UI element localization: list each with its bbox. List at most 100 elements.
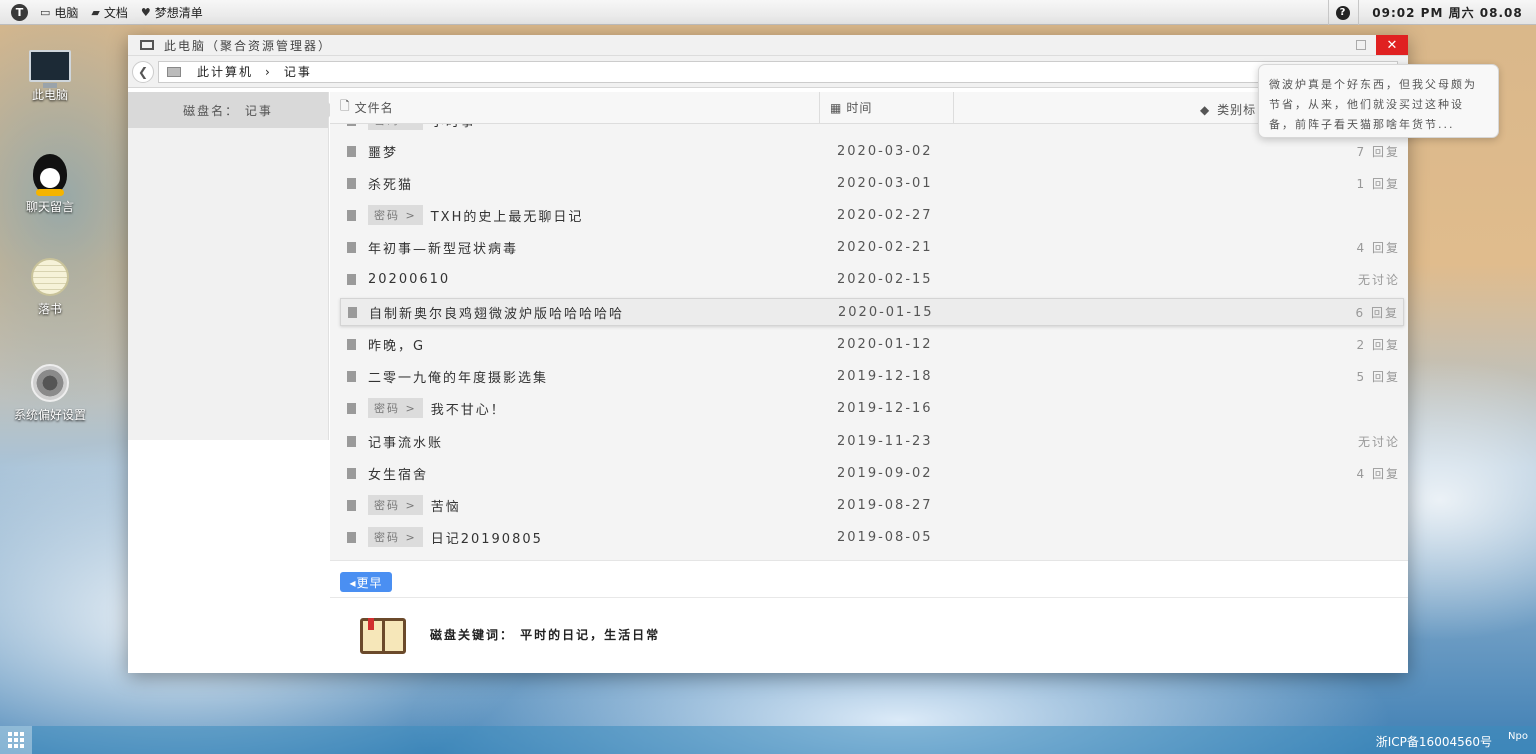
table-row[interactable]: 20200610 2020-02-15 无讨论 bbox=[340, 265, 1404, 293]
row-title[interactable]: 我不甘心！ bbox=[431, 399, 506, 418]
table-row[interactable]: 年初事—新型冠状病毒 2020-02-21 4 回复 bbox=[340, 233, 1404, 261]
row-date: 2019-11-23 bbox=[837, 433, 933, 449]
table-row[interactable]: 记事流水账 2019-11-23 无讨论 bbox=[340, 427, 1404, 455]
top-menu-bar: T ▭ 电脑 ▰ 文档 ♥ 梦想清单 ? 09:02 PM 周六 08.08 bbox=[0, 0, 1536, 25]
password-tag: 密码 > bbox=[368, 495, 423, 515]
sidebar: 磁盘名： 记事 bbox=[128, 92, 336, 440]
row-title[interactable]: 女生宿舍 bbox=[368, 464, 428, 483]
rows-container: 密码 > 小时事 2020-03-02 噩梦 2020-03-02 7 回复杀死猫 2020… bbox=[330, 124, 1408, 560]
taskbar: 浙ICP备16004560号 Npo bbox=[0, 726, 1536, 754]
column-header-name[interactable]: 🗋 文件名 bbox=[330, 92, 820, 123]
row-title[interactable]: 年初事—新型冠状病毒 bbox=[368, 238, 518, 257]
table-row[interactable]: 密码 > TXH的史上最无聊日记 2020-02-27 bbox=[340, 201, 1404, 229]
row-date: 2020-02-21 bbox=[837, 239, 933, 255]
chevron-left-icon: ❮ bbox=[137, 64, 149, 79]
calendar-icon: ▦ bbox=[830, 100, 843, 115]
document-icon bbox=[347, 177, 356, 189]
breadcrumb: 此计算机 › 记事 bbox=[158, 60, 1398, 83]
maximize-button[interactable] bbox=[1356, 40, 1366, 50]
address-bar: ❮ 此计算机 › 记事 bbox=[128, 56, 1408, 88]
desktop-icon-this-pc[interactable]: 此电脑 bbox=[12, 50, 88, 103]
table-row[interactable]: 密码 > 苦恼 2019-08-27 bbox=[340, 491, 1404, 519]
row-reply-count[interactable]: 6 回复 bbox=[1356, 304, 1399, 321]
password-tag: 密码 > bbox=[368, 398, 423, 418]
document-icon bbox=[347, 467, 356, 479]
disk-keywords: 磁盘关键词： 平时的日记，生活日常 bbox=[430, 628, 661, 642]
table-row[interactable]: 昨晚，G 2020-01-12 2 回复 bbox=[340, 330, 1404, 358]
row-date: 2019-08-05 bbox=[837, 529, 933, 545]
window-monitor-icon bbox=[140, 40, 154, 50]
row-title[interactable]: 噩梦 bbox=[368, 142, 398, 161]
row-date: 2020-03-02 bbox=[837, 143, 933, 159]
file-icon: 🗋 bbox=[340, 99, 351, 113]
document-icon bbox=[347, 435, 356, 447]
row-title[interactable]: 小时事 bbox=[431, 124, 476, 130]
row-title[interactable]: 记事流水账 bbox=[368, 432, 443, 451]
monitor-icon: ▭ bbox=[40, 5, 51, 19]
row-date: 2019-12-18 bbox=[837, 368, 933, 384]
heart-icon: ♥ bbox=[140, 5, 151, 19]
row-reply-count[interactable]: 无讨论 bbox=[1358, 433, 1400, 450]
window-titlebar[interactable]: 此电脑（聚合资源管理器） bbox=[128, 35, 1408, 56]
row-title[interactable]: 20200610 bbox=[368, 272, 450, 287]
start-menu-button[interactable] bbox=[0, 726, 32, 754]
table-row[interactable]: 女生宿舍 2019-09-02 4 回复 bbox=[340, 459, 1404, 487]
row-reply-count[interactable]: 7 回复 bbox=[1357, 143, 1400, 160]
menu-documents[interactable]: ▰ 文档 bbox=[91, 4, 127, 21]
column-header-time-label: 时间 bbox=[846, 101, 873, 115]
row-reply-count[interactable]: 4 回复 bbox=[1357, 465, 1400, 482]
menu-computer[interactable]: ▭ 电脑 bbox=[40, 4, 78, 21]
notification-text: 微波炉真是个好东西，但我父母颇为节省，从来，他们就没买过这种设备，前阵子看天猫那… bbox=[1269, 78, 1477, 131]
icp-license-link[interactable]: 浙ICP备16004560号 bbox=[1376, 733, 1492, 750]
column-header-category-label: 类别标 bbox=[1217, 103, 1257, 117]
row-date: 2020-02-27 bbox=[837, 207, 933, 223]
row-reply-count[interactable]: 5 回复 bbox=[1357, 368, 1400, 385]
sidebar-item-disk[interactable]: 磁盘名： 记事 bbox=[128, 92, 336, 128]
close-button[interactable]: ✕ bbox=[1376, 35, 1408, 55]
row-title[interactable]: 自制新奥尔良鸡翅微波炉版哈哈哈哈哈 bbox=[369, 303, 624, 322]
document-icon bbox=[347, 124, 356, 126]
logo-icon[interactable]: T bbox=[11, 3, 28, 21]
table-row[interactable]: 二零一九俺的年度摄影选集 2019-12-18 5 回复 bbox=[340, 362, 1404, 390]
row-title[interactable]: 杀死猫 bbox=[368, 174, 413, 193]
table-row[interactable]: 密码 > 我不甘心！ 2019-12-16 bbox=[340, 394, 1404, 422]
book-icon bbox=[360, 618, 406, 654]
disk-info-footer: 磁盘关键词： 平时的日记，生活日常 bbox=[330, 597, 1408, 673]
help-button[interactable]: ? bbox=[1328, 0, 1356, 25]
row-title[interactable]: 日记20190805 bbox=[431, 528, 543, 547]
earlier-button[interactable]: ◂更早 bbox=[340, 572, 392, 592]
notebook-icon bbox=[31, 258, 69, 296]
row-title[interactable]: 苦恼 bbox=[431, 496, 461, 515]
column-header-name-label: 文件名 bbox=[354, 101, 394, 115]
table-row[interactable]: 杀死猫 2020-03-01 1 回复 bbox=[340, 169, 1404, 197]
desktop-icon-settings[interactable]: 系统偏好设置 bbox=[12, 364, 88, 423]
row-reply-count[interactable]: 2 回复 bbox=[1357, 336, 1400, 353]
document-icon bbox=[347, 209, 356, 221]
desktop-icon-chat[interactable]: 聊天留言 bbox=[12, 154, 88, 215]
breadcrumb-current[interactable]: 记事 bbox=[284, 63, 312, 80]
row-reply-count[interactable]: 4 回复 bbox=[1357, 239, 1400, 256]
desktop-icon-luoshu[interactable]: 落书 bbox=[12, 258, 88, 317]
notification-popup[interactable]: 微波炉真是个好东西，但我父母颇为节省，从来，他们就没买过这种设备，前阵子看天猫那… bbox=[1258, 64, 1499, 138]
explorer-window: 此电脑（聚合资源管理器） ✕ ❮ 此计算机 › 记事 磁盘名： 记事 🗋 文件名… bbox=[128, 35, 1408, 673]
row-title[interactable]: 二零一九俺的年度摄影选集 bbox=[368, 367, 548, 386]
row-reply-count[interactable]: 1 回复 bbox=[1357, 175, 1400, 192]
row-title[interactable]: TXH的史上最无聊日记 bbox=[431, 206, 584, 225]
table-row[interactable]: 密码 > 小时事 2020-03-02 bbox=[340, 124, 1404, 134]
back-button[interactable]: ❮ bbox=[132, 60, 154, 83]
row-title[interactable]: 昨晚，G bbox=[368, 335, 425, 354]
column-header-time[interactable]: ▦ 时间 bbox=[820, 92, 954, 123]
window-title: 此电脑（聚合资源管理器） bbox=[164, 38, 333, 53]
menu-wishlist-label: 梦想清单 bbox=[154, 5, 203, 20]
table-row[interactable]: 自制新奥尔良鸡翅微波炉版哈哈哈哈哈 2020-01-15 6 回复 bbox=[340, 298, 1404, 326]
menu-computer-label: 电脑 bbox=[54, 5, 79, 20]
table-row[interactable]: 噩梦 2020-03-02 7 回复 bbox=[340, 137, 1404, 165]
menu-documents-label: 文档 bbox=[103, 5, 128, 20]
column-header-category[interactable]: ◆ 类别标 bbox=[1200, 101, 1256, 118]
breadcrumb-separator: › bbox=[265, 64, 272, 79]
desktop-icon-label: 落书 bbox=[37, 302, 62, 316]
table-row[interactable]: 密码 > 日记20190805 2019-08-05 bbox=[340, 523, 1404, 551]
row-reply-count[interactable]: 无讨论 bbox=[1358, 271, 1400, 288]
menu-wishlist[interactable]: ♥ 梦想清单 bbox=[141, 4, 203, 21]
breadcrumb-root[interactable]: 此计算机 bbox=[197, 63, 253, 80]
